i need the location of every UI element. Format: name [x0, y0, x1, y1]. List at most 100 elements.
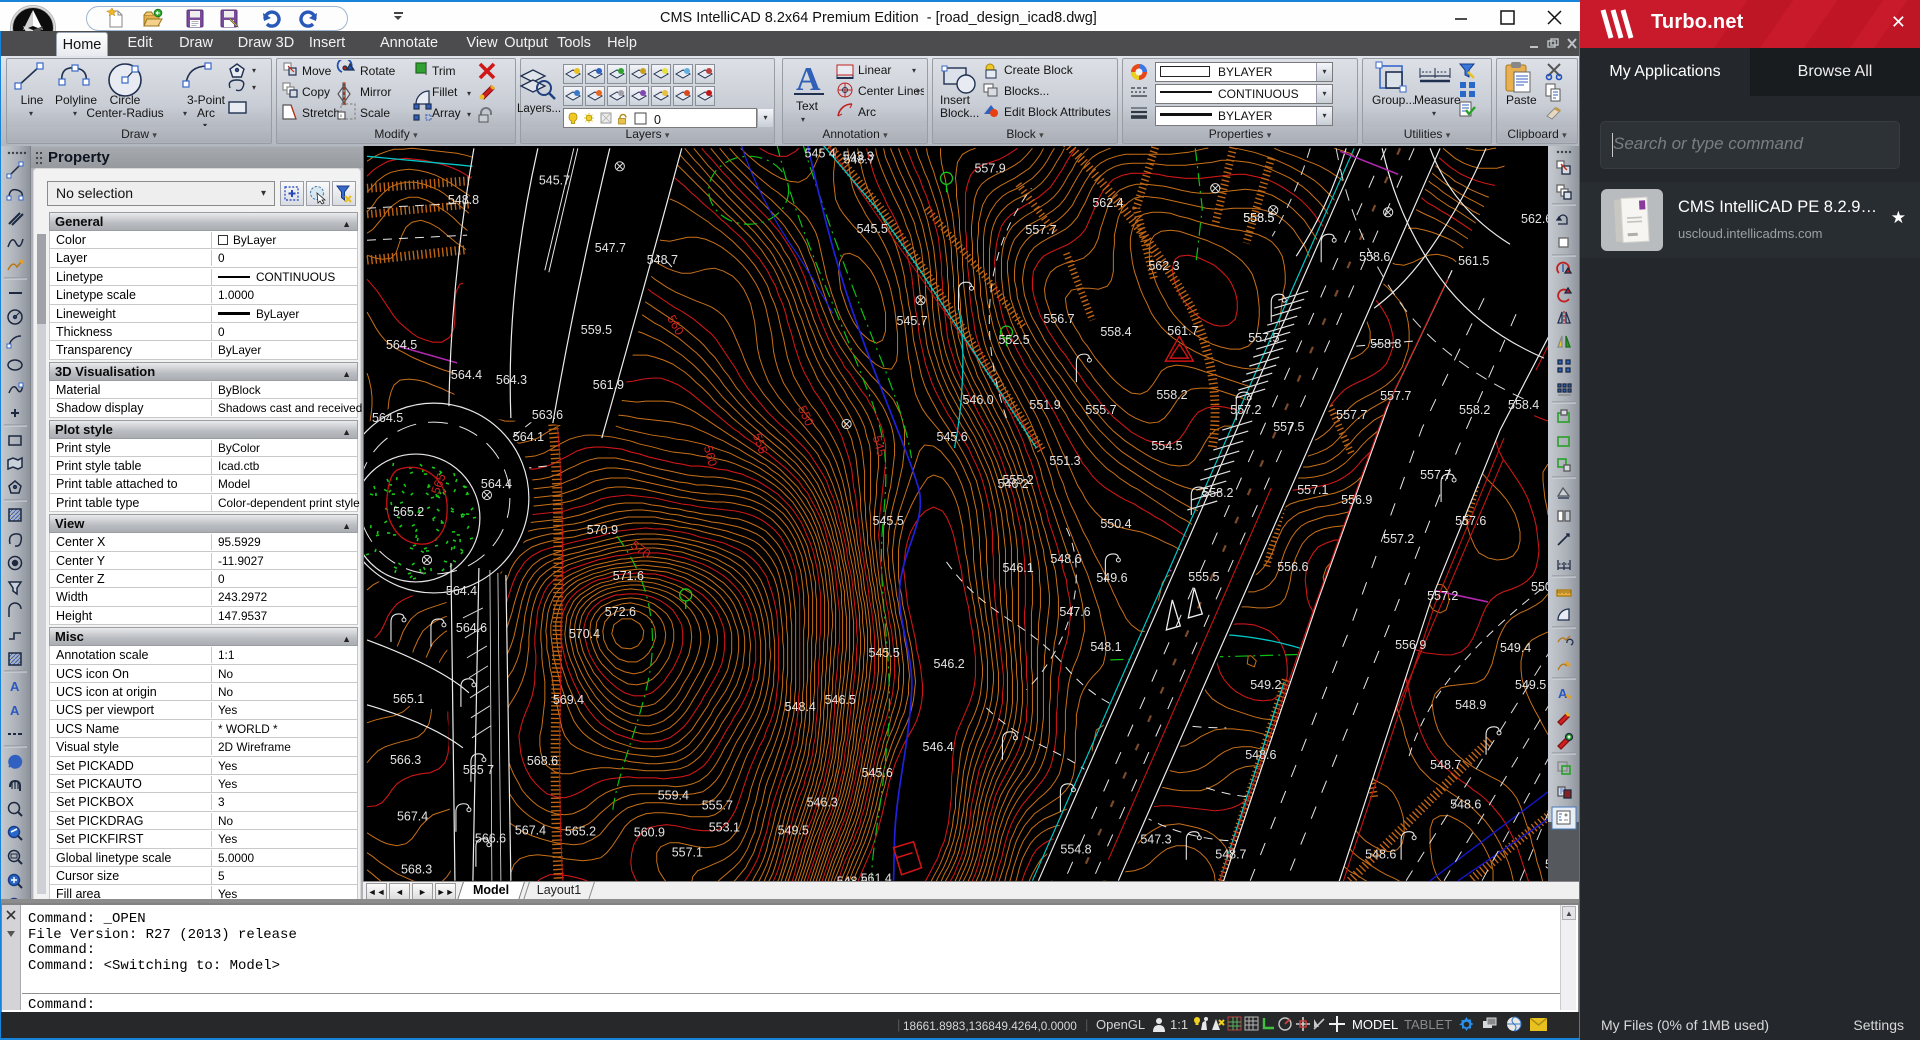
- svg-text:564.4: 564.4: [451, 368, 482, 382]
- svg-text:▾: ▾: [252, 66, 256, 75]
- svg-text:545 4: 545 4: [805, 146, 836, 160]
- svg-text:547.7: 547.7: [595, 241, 626, 255]
- svg-text:560.9: 560.9: [634, 826, 665, 840]
- svg-text:548.6: 548.6: [1050, 552, 1081, 566]
- svg-text:▾: ▾: [916, 87, 920, 96]
- svg-text:562.4: 562.4: [1092, 196, 1123, 210]
- svg-text:562 3: 562 3: [1148, 259, 1179, 273]
- svg-text:Paste: Paste: [1506, 93, 1537, 107]
- svg-text:559.5: 559.5: [581, 323, 612, 337]
- svg-text:548.4: 548.4: [785, 700, 816, 714]
- svg-text:572.6: 572.6: [605, 605, 636, 619]
- svg-text:559.4: 559.4: [658, 789, 689, 803]
- svg-text:549.5: 549.5: [1515, 678, 1546, 692]
- svg-text:554.8: 554.8: [1060, 843, 1091, 857]
- svg-text:A: A: [796, 61, 821, 98]
- svg-text:564.6: 564.6: [456, 621, 487, 635]
- svg-text:▾: ▾: [183, 109, 187, 118]
- svg-text:548.6: 548.6: [1365, 848, 1396, 862]
- svg-text:557.5: 557.5: [1273, 420, 1304, 434]
- svg-text:Linear: Linear: [858, 63, 891, 77]
- svg-text:556.9: 556.9: [1341, 493, 1372, 507]
- svg-text:564.5: 564.5: [386, 338, 417, 352]
- svg-text:▾: ▾: [203, 121, 207, 126]
- svg-text:551.9: 551.9: [1029, 398, 1060, 412]
- svg-text:568.6: 568.6: [527, 754, 558, 768]
- svg-text:564.3: 564.3: [496, 373, 527, 387]
- svg-text:A: A: [10, 703, 20, 718]
- svg-text:564.4: 564.4: [446, 584, 477, 598]
- svg-text:555.5: 555.5: [1188, 570, 1219, 584]
- svg-text:566.6: 566.6: [475, 832, 506, 846]
- svg-text:A: A: [1558, 686, 1568, 701]
- svg-text:567.4: 567.4: [515, 824, 546, 838]
- svg-text:546.5: 546.5: [825, 693, 856, 707]
- svg-text:564.5: 564.5: [372, 411, 403, 425]
- svg-text:566.3: 566.3: [390, 753, 421, 767]
- svg-text:Mirror: Mirror: [360, 85, 391, 99]
- svg-text:555 2: 555 2: [1002, 473, 1033, 487]
- svg-text:558.4: 558.4: [1100, 325, 1131, 339]
- svg-text:558.5: 558.5: [1243, 211, 1274, 225]
- svg-text:557.7: 557.7: [1336, 408, 1367, 422]
- svg-text:Insert: Insert: [940, 93, 971, 107]
- svg-text:548.8: 548.8: [448, 193, 479, 207]
- svg-text:557.7: 557.7: [1025, 223, 1056, 237]
- svg-text:558.8: 558.8: [1370, 337, 1401, 351]
- svg-text:548.7: 548.7: [1430, 758, 1461, 772]
- svg-text:▾: ▾: [73, 109, 77, 118]
- svg-text:548.6: 548.6: [1450, 798, 1481, 812]
- svg-text:▾: ▾: [467, 89, 471, 98]
- svg-text:Edit Block Attributes: Edit Block Attributes: [1004, 105, 1111, 119]
- svg-text:Blocks...: Blocks...: [1004, 84, 1049, 98]
- svg-text:545: 545: [870, 434, 889, 458]
- svg-text:546.0: 546.0: [962, 393, 993, 407]
- svg-text:565.2: 565.2: [393, 505, 424, 519]
- svg-text:557.2: 557.2: [1230, 403, 1261, 417]
- svg-text:549.5: 549.5: [778, 824, 809, 838]
- svg-text:549.6: 549.6: [1096, 571, 1127, 585]
- svg-text:▾: ▾: [252, 83, 256, 92]
- svg-text:557.7: 557.7: [1420, 468, 1451, 482]
- svg-text:Center-Radius: Center-Radius: [86, 106, 163, 120]
- svg-text:▾: ▾: [912, 66, 916, 75]
- svg-text:Layers...: Layers...: [517, 103, 561, 115]
- svg-text:565 7: 565 7: [463, 763, 494, 777]
- svg-text:558.2: 558.2: [1156, 388, 1187, 402]
- svg-text:Circle: Circle: [110, 93, 141, 107]
- svg-text:557.6: 557.6: [1455, 514, 1486, 528]
- svg-text:Rotate: Rotate: [360, 64, 396, 78]
- svg-text:Trim: Trim: [432, 64, 456, 78]
- svg-text:548.7: 548.7: [1215, 848, 1246, 862]
- svg-text:556.6: 556.6: [1277, 560, 1308, 574]
- svg-text:565.2: 565.2: [565, 825, 596, 839]
- svg-text:554.5: 554.5: [1151, 439, 1182, 453]
- svg-text:570.9: 570.9: [587, 523, 618, 537]
- svg-text:548 7: 548 7: [647, 253, 678, 267]
- svg-text:Measure: Measure: [1414, 93, 1461, 107]
- svg-text:545.5: 545.5: [873, 514, 904, 528]
- svg-text:556.7: 556.7: [1043, 312, 1074, 326]
- svg-text:A: A: [10, 679, 20, 694]
- svg-text:571.6: 571.6: [613, 569, 644, 583]
- svg-text:546.4: 546.4: [923, 740, 954, 754]
- svg-text:547.3: 547.3: [1140, 833, 1171, 847]
- svg-text:Array: Array: [432, 106, 461, 120]
- svg-text:Move: Move: [302, 64, 332, 78]
- svg-text:555.7: 555.7: [702, 799, 733, 813]
- svg-text:546.2: 546.2: [934, 657, 965, 671]
- svg-text:558.4: 558.4: [1508, 398, 1539, 412]
- svg-text:Create Block: Create Block: [1004, 63, 1074, 77]
- svg-text:564.4: 564.4: [481, 477, 512, 491]
- svg-text:563.6: 563.6: [532, 408, 563, 422]
- svg-text:561.5: 561.5: [1458, 254, 1489, 268]
- svg-text:548.1: 548.1: [1090, 640, 1121, 654]
- svg-text:567.4: 567.4: [397, 810, 428, 824]
- svg-text:545.5: 545.5: [869, 646, 900, 660]
- svg-text:549.4: 549.4: [1500, 641, 1531, 655]
- svg-text:▾: ▾: [29, 109, 33, 118]
- svg-text:569.4: 569.4: [553, 693, 584, 707]
- svg-text:545.7: 545.7: [539, 173, 570, 187]
- svg-text:550.6: 550.6: [1531, 580, 1548, 594]
- svg-text:558.6: 558.6: [1359, 250, 1390, 264]
